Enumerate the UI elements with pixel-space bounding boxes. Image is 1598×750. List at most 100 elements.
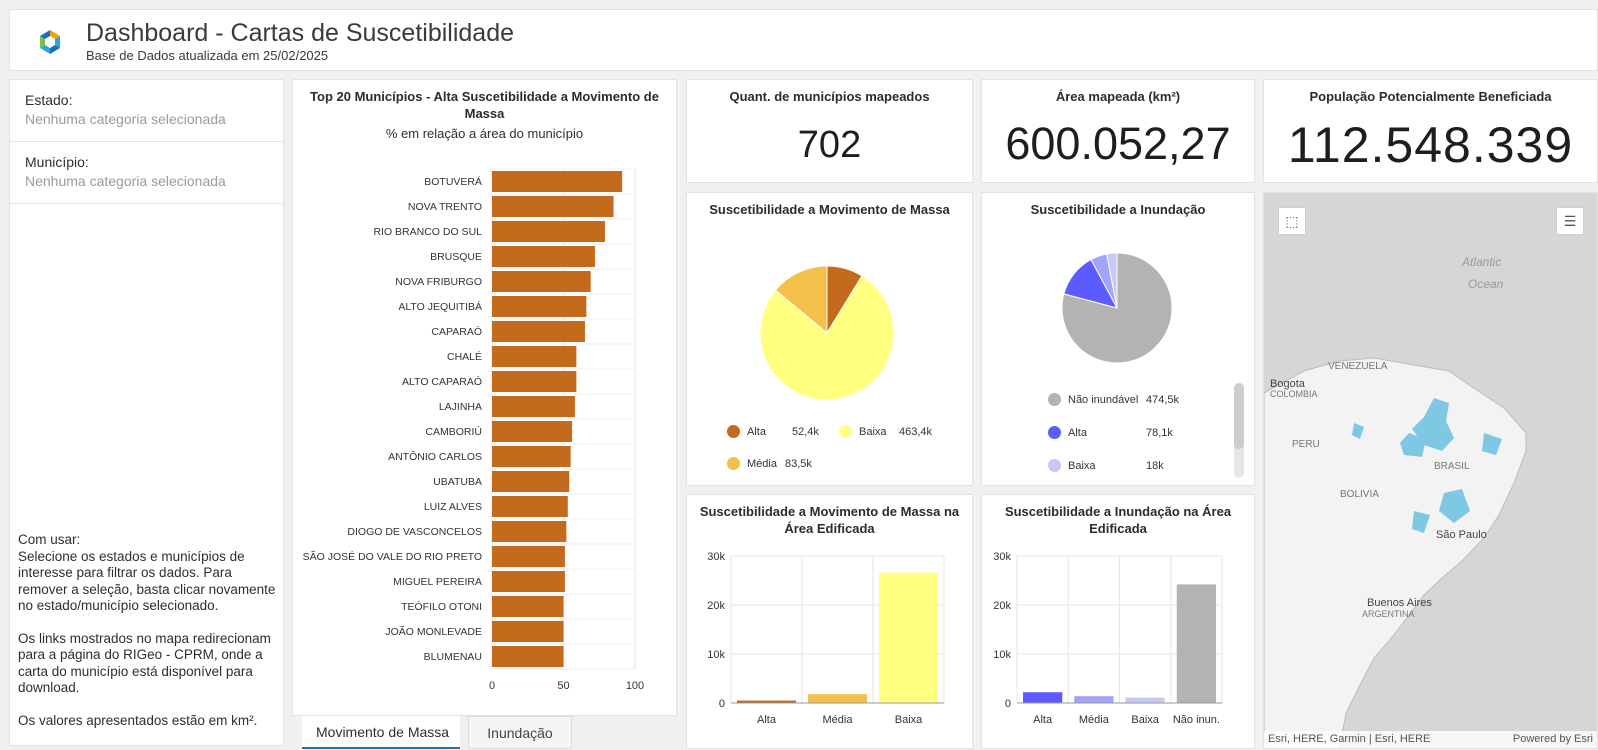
top20-category-label: CAPARAÓ xyxy=(431,325,482,338)
top20-bar[interactable] xyxy=(492,621,564,642)
bar-n-o-inun-[interactable] xyxy=(1176,584,1216,703)
legend-scroll-thumb[interactable] xyxy=(1234,383,1244,449)
howto-p2: Os links mostrados no mapa redirecionam … xyxy=(18,630,271,696)
map-view[interactable]: ⬚ ☰ Atlantic Ocean VENEZUELA Bogota COLO… xyxy=(1263,192,1598,749)
continent-shape xyxy=(1264,357,1527,748)
legend-list-icon[interactable]: ☰ xyxy=(1556,207,1584,235)
top20-bar-chart: 0 50 100 BOTUVERÁ NOVA TRENTO RIO BRANCO DO S… xyxy=(303,168,644,692)
bar-x-tick: Baixa xyxy=(1131,714,1159,726)
page-subtitle: Base de Dados atualizada em 25/02/2025 xyxy=(86,48,329,63)
map-label-peru: PERU xyxy=(1292,439,1320,450)
map-ocean-label-2: Ocean xyxy=(1468,277,1504,291)
howto-text: Com usar: Selecione os estados e municíp… xyxy=(18,532,280,745)
kpi-municipios: Quant. de municípios mapeados 702 xyxy=(686,79,973,183)
legend-in-nao-inundavel[interactable]: Não inundável 474,5k xyxy=(1048,393,1179,406)
pie-in-title: Suscetibilidade a Inundação xyxy=(1030,202,1206,217)
top20-category-label: NOVA FRIBURGO xyxy=(395,276,482,288)
top20-category-label: LAJINHA xyxy=(439,401,482,413)
municipio-value[interactable]: Nenhuma categoria selecionada xyxy=(25,173,226,189)
top20-bar[interactable] xyxy=(492,296,587,317)
bar-mm-edificada-panel: Suscetibilidade a Movimento de Massa na … xyxy=(686,494,973,749)
map-attribution[interactable]: Esri, HERE, Garmin | Esri, HERE xyxy=(1268,733,1430,745)
top20-category-label: JOÃO MONLEVADE xyxy=(385,625,482,638)
top20-bar[interactable] xyxy=(492,471,570,492)
bar-y-tick: 30k xyxy=(993,551,1011,563)
bar-y-tick: 10k xyxy=(993,649,1011,661)
top20-bar[interactable] xyxy=(492,171,623,192)
bar-mm-edificada-chart: 0 10k 20k 30k Alta Média Baixa xyxy=(707,551,945,726)
bar-x-tick: Alta xyxy=(1033,714,1053,726)
top20-category-label: TEÓFILO OTONI xyxy=(401,600,482,613)
top20-bar[interactable] xyxy=(492,371,577,392)
estado-filter[interactable]: Estado: Nenhuma categoria selecionada xyxy=(10,80,283,142)
top20-bar[interactable] xyxy=(492,596,564,617)
tab-inundacao[interactable]: Inundação xyxy=(468,716,572,749)
page-title: Dashboard - Cartas de Suscetibilidade xyxy=(86,19,515,47)
pie-movimento-massa-chart xyxy=(759,265,895,401)
legend-dot xyxy=(727,457,740,470)
bar-y-tick: 20k xyxy=(707,600,725,612)
legend-scrollbar[interactable] xyxy=(1234,383,1244,478)
top20-bar[interactable] xyxy=(492,246,595,267)
pie-inundacao-panel: Suscetibilidade a Inundação Não inundáve… xyxy=(981,192,1255,486)
map-label-colombia: COLOMBIA xyxy=(1270,389,1318,399)
legend-mm-baixa[interactable]: Baixa 463,4k xyxy=(839,425,932,438)
legend-in-baixa[interactable]: Baixa 18k xyxy=(1048,459,1164,472)
top20-category-label: ALTO JEQUITIBÁ xyxy=(398,300,482,313)
estado-value[interactable]: Nenhuma categoria selecionada xyxy=(25,111,226,127)
legend-in-alta[interactable]: Alta 78,1k xyxy=(1048,426,1173,439)
top20-bar[interactable] xyxy=(492,546,565,567)
estado-label: Estado: xyxy=(25,92,73,108)
top20-x-tick: 100 xyxy=(626,680,644,692)
kpi-municipios-value: 702 xyxy=(797,124,862,166)
top20-bar[interactable] xyxy=(492,196,614,217)
legend-mm-alta[interactable]: Alta 52,4k xyxy=(727,425,819,438)
top20-bar[interactable] xyxy=(492,271,591,292)
top20-bar[interactable] xyxy=(492,221,605,242)
bar-alta[interactable] xyxy=(1023,692,1063,703)
top20-bar[interactable] xyxy=(492,321,585,342)
top20-chart-panel: Top 20 Municípios - Alta Suscetibilidade… xyxy=(292,79,677,716)
bar-m-dia[interactable] xyxy=(1074,696,1114,703)
kpi-area: Área mapeada (km²) 600.052,27 xyxy=(981,79,1255,183)
top20-bar[interactable] xyxy=(492,571,565,592)
top20-category-label: CHALÉ xyxy=(447,350,482,363)
top20-category-label: BOTUVERÁ xyxy=(424,175,482,188)
top20-category-label: BRUSQUE xyxy=(430,251,482,263)
bar-y-tick: 0 xyxy=(1005,698,1011,710)
top20-category-label: UBATUBA xyxy=(433,476,482,488)
map-label-bolivia: BOLIVIA xyxy=(1340,489,1379,500)
top20-bar[interactable] xyxy=(492,346,577,367)
legend-dot xyxy=(727,425,740,438)
municipio-filter[interactable]: Município: Nenhuma categoria selecionada xyxy=(10,142,283,204)
top20-bar[interactable] xyxy=(492,421,573,442)
bar-baixa[interactable] xyxy=(879,572,938,703)
bar-y-tick: 10k xyxy=(707,649,725,661)
legend-dot xyxy=(1048,393,1061,406)
select-rectangle-icon[interactable]: ⬚ xyxy=(1278,207,1306,235)
kpi-populacao: População Potencialmente Beneficiada 112… xyxy=(1263,79,1598,183)
legend-mm-media[interactable]: Média 83,5k xyxy=(727,457,812,470)
map-powered-by[interactable]: Powered by Esri xyxy=(1513,733,1593,745)
legend-dot xyxy=(1048,459,1061,472)
top20-bar[interactable] xyxy=(492,396,575,417)
top20-category-label: DIOGO DE VASCONCELOS xyxy=(347,526,482,538)
legend-dot xyxy=(839,425,852,438)
filter-panel: Estado: Nenhuma categoria selecionada Mu… xyxy=(9,79,284,746)
legend-dot xyxy=(1048,426,1061,439)
top20-bar[interactable] xyxy=(492,446,571,467)
bar-m-dia[interactable] xyxy=(808,694,867,703)
dashboard-header: Dashboard - Cartas de Suscetibilidade Ba… xyxy=(9,9,1598,71)
top20-category-label: NOVA TRENTO xyxy=(408,201,482,213)
top20-bar[interactable] xyxy=(492,496,568,517)
bar-baixa[interactable] xyxy=(1125,697,1165,703)
top20-category-label: ALTO CAPARAÓ xyxy=(402,375,482,388)
south-america-map xyxy=(1264,357,1527,748)
tab-movimento-de-massa[interactable]: Movimento de Massa xyxy=(302,716,460,749)
map-label-buenos-aires: Buenos Aires xyxy=(1367,597,1432,609)
map-label-venezuela: VENEZUELA xyxy=(1328,361,1388,372)
top20-bar[interactable] xyxy=(492,521,567,542)
top20-category-label: RIO BRANCO DO SUL xyxy=(373,226,482,238)
top20-category-label: SÃO JOSÉ DO VALE DO RIO PRETO xyxy=(303,550,482,563)
top20-bar[interactable] xyxy=(492,646,564,667)
